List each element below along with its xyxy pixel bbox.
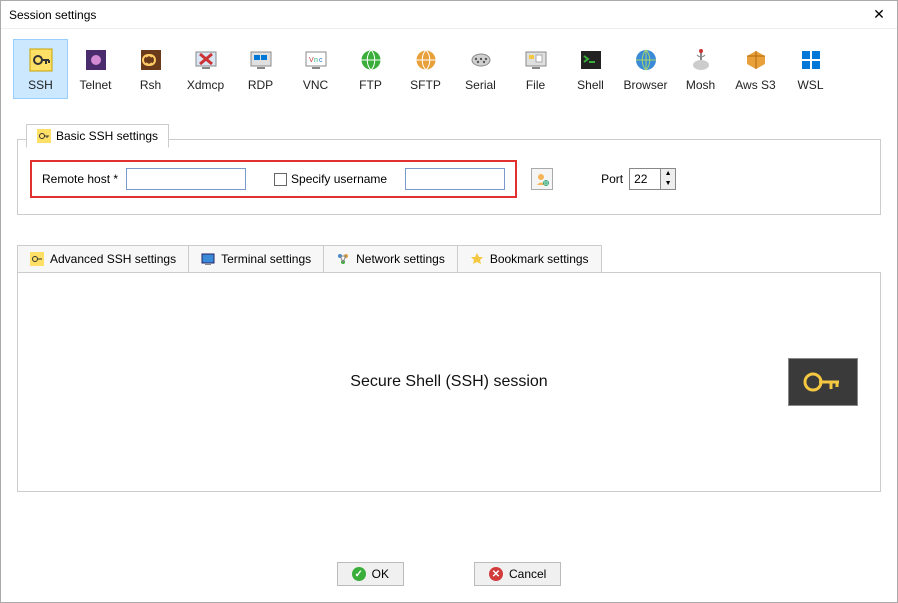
specify-username-label: Specify username xyxy=(291,172,387,186)
protocol-rdp[interactable]: RDP xyxy=(233,39,288,99)
port-up-button[interactable]: ▲ xyxy=(661,169,675,179)
basic-settings-panel: Basic SSH settings Remote host * Specify… xyxy=(17,139,881,215)
ok-button[interactable]: ✓ OK xyxy=(337,562,404,586)
svg-text:c: c xyxy=(319,57,323,64)
wsl-icon xyxy=(797,46,825,74)
protocol-rsh[interactable]: Rsh xyxy=(123,39,178,99)
protocol-shell[interactable]: Shell xyxy=(563,39,618,99)
protocol-label: WSL xyxy=(797,78,823,92)
serial-icon xyxy=(467,46,495,74)
protocol-label: Aws S3 xyxy=(735,78,775,92)
button-label: Cancel xyxy=(509,567,546,581)
tab-bookmark-settings[interactable]: Bookmark settings xyxy=(457,245,602,272)
key-icon xyxy=(37,129,51,143)
telnet-icon xyxy=(82,46,110,74)
aws-icon xyxy=(742,46,770,74)
port-down-button[interactable]: ▼ xyxy=(661,179,675,189)
vnc-icon: Vnc xyxy=(302,46,330,74)
ftp-icon xyxy=(357,46,385,74)
user-picker-button[interactable] xyxy=(531,168,553,190)
file-icon xyxy=(522,46,550,74)
port-input[interactable] xyxy=(630,169,660,189)
tab-label: Terminal settings xyxy=(221,252,311,266)
protocol-vnc[interactable]: Vnc VNC xyxy=(288,39,343,99)
protocol-mosh[interactable]: Mosh xyxy=(673,39,728,99)
protocol-label: Serial xyxy=(465,78,496,92)
rdp-icon xyxy=(247,46,275,74)
specify-username-checkbox[interactable] xyxy=(274,173,287,186)
cross-icon: ✕ xyxy=(489,567,503,581)
protocol-telnet[interactable]: Telnet xyxy=(68,39,123,99)
tab-terminal-settings[interactable]: Terminal settings xyxy=(188,245,324,272)
key-icon xyxy=(30,252,44,266)
terminal-icon xyxy=(201,252,215,266)
protocol-label: SFTP xyxy=(410,78,441,92)
protocol-toolbar: SSH Telnet Rsh Xdmcp RDP Vnc VNC FTP SFT… xyxy=(1,29,897,103)
browser-icon xyxy=(632,46,660,74)
highlighted-row: Remote host * Specify username xyxy=(30,160,517,198)
tab-network-settings[interactable]: Network settings xyxy=(323,245,458,272)
protocol-file[interactable]: File xyxy=(508,39,563,99)
remote-host-input[interactable] xyxy=(126,168,246,190)
port-spinner[interactable]: ▲ ▼ xyxy=(629,168,676,190)
rsh-icon xyxy=(137,46,165,74)
protocol-awss3[interactable]: Aws S3 xyxy=(728,39,783,99)
shell-icon xyxy=(577,46,605,74)
protocol-label: Shell xyxy=(577,78,604,92)
window-title: Session settings xyxy=(9,8,96,22)
tab-basic-ssh[interactable]: Basic SSH settings xyxy=(26,124,169,148)
tab-advanced-ssh[interactable]: Advanced SSH settings xyxy=(17,245,189,272)
protocol-label: FTP xyxy=(359,78,382,92)
protocol-serial[interactable]: Serial xyxy=(453,39,508,99)
protocol-label: Browser xyxy=(623,78,667,92)
protocol-xdmcp[interactable]: Xdmcp xyxy=(178,39,233,99)
tab-label: Basic SSH settings xyxy=(56,129,158,143)
session-description: Secure Shell (SSH) session xyxy=(350,373,547,391)
close-icon[interactable]: ✕ xyxy=(869,5,889,25)
protocol-sftp[interactable]: SFTP xyxy=(398,39,453,99)
protocol-ssh[interactable]: SSH xyxy=(13,39,68,99)
star-icon xyxy=(470,252,484,266)
check-icon: ✓ xyxy=(352,567,366,581)
sftp-icon xyxy=(412,46,440,74)
tab-label: Advanced SSH settings xyxy=(50,252,176,266)
svg-text:n: n xyxy=(314,57,318,64)
protocol-ftp[interactable]: FTP xyxy=(343,39,398,99)
protocol-label: Telnet xyxy=(79,78,111,92)
protocol-label: Mosh xyxy=(686,78,715,92)
cancel-button[interactable]: ✕ Cancel xyxy=(474,562,561,586)
port-label: Port xyxy=(601,172,623,186)
network-icon xyxy=(336,252,350,266)
mosh-icon xyxy=(687,46,715,74)
protocol-browser[interactable]: Browser xyxy=(618,39,673,99)
titlebar: Session settings ✕ xyxy=(1,1,897,29)
dialog-footer: ✓ OK ✕ Cancel xyxy=(1,562,897,586)
remote-host-label: Remote host * xyxy=(42,172,118,186)
username-input[interactable] xyxy=(405,168,505,190)
protocol-label: Rsh xyxy=(140,78,161,92)
protocol-label: RDP xyxy=(248,78,273,92)
xdmcp-icon xyxy=(192,46,220,74)
tab-label: Network settings xyxy=(356,252,445,266)
protocol-label: VNC xyxy=(303,78,328,92)
tab-label: Bookmark settings xyxy=(490,252,589,266)
protocol-wsl[interactable]: WSL xyxy=(783,39,838,99)
key-icon xyxy=(27,46,55,74)
advanced-section: Advanced SSH settings Terminal settings … xyxy=(17,245,881,492)
protocol-label: SSH xyxy=(28,78,53,92)
button-label: OK xyxy=(372,567,389,581)
protocol-label: Xdmcp xyxy=(187,78,224,92)
ssh-key-large-icon xyxy=(788,358,858,406)
protocol-label: File xyxy=(526,78,545,92)
